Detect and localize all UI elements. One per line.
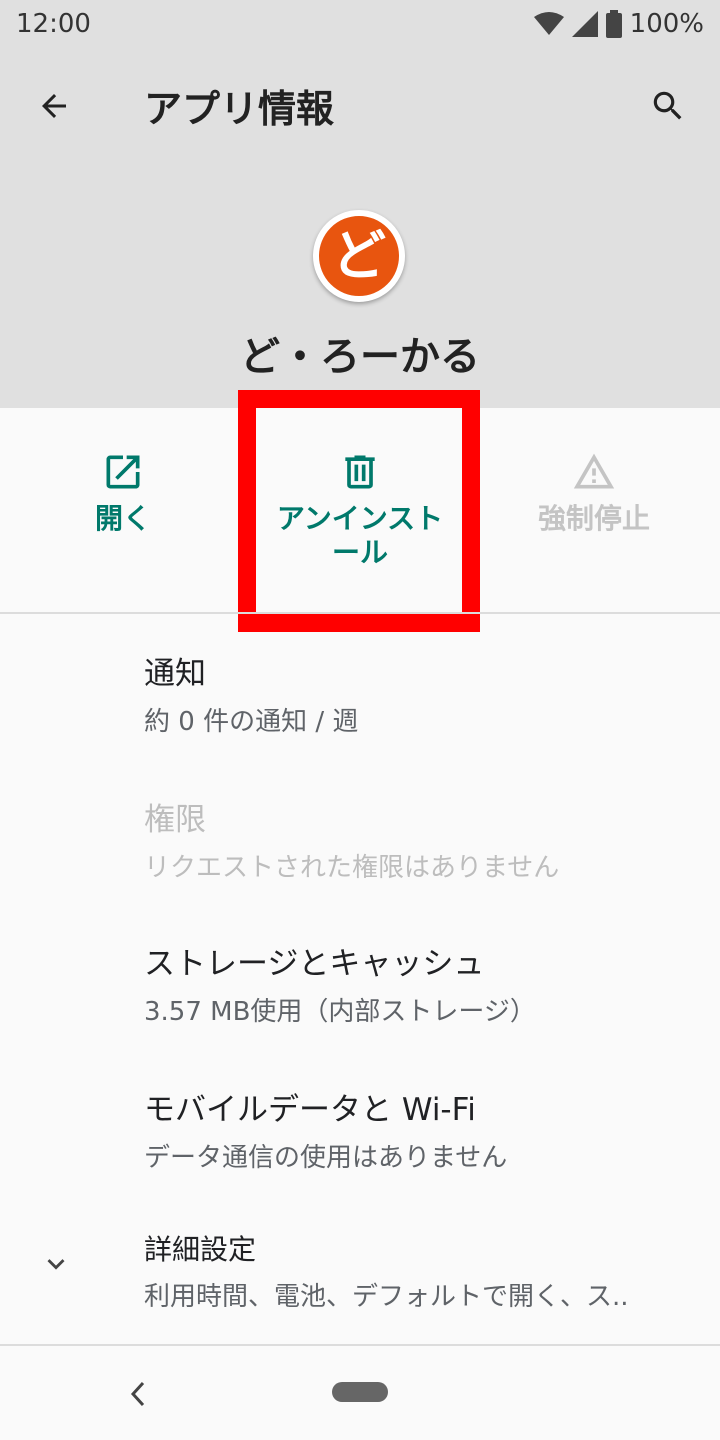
chevron-left-icon bbox=[130, 1381, 145, 1407]
navigation-bar bbox=[0, 1346, 720, 1440]
back-button[interactable] bbox=[22, 74, 86, 138]
mobile-data-summary: データ通信の使用はありません bbox=[144, 1143, 508, 1173]
battery-icon bbox=[605, 10, 622, 38]
wifi-icon bbox=[533, 12, 564, 35]
mobile-data-item[interactable]: モバイルデータと Wi-Fi データ通信の使用はありません bbox=[144, 1084, 704, 1174]
nav-home-pill[interactable] bbox=[332, 1382, 388, 1402]
advanced-summary: 利用時間、電池、デフォルトで開く、ス.. bbox=[144, 1282, 629, 1312]
permissions-summary: リクエストされた権限はありません bbox=[144, 853, 560, 883]
permissions-item[interactable]: 権限 リクエストされた権限はありません bbox=[144, 794, 704, 884]
app-icon: ど bbox=[313, 210, 405, 302]
battery-percent: 100% bbox=[629, 9, 704, 39]
mobile-data-title: モバイルデータと Wi-Fi bbox=[144, 1092, 476, 1128]
open-in-new-icon bbox=[106, 455, 140, 489]
status-bar: 12:00 100% bbox=[0, 0, 720, 48]
app-icon-glyph: ど bbox=[332, 224, 386, 287]
open-label: 開く bbox=[94, 502, 151, 535]
advanced-item[interactable]: 詳細設定 利用時間、電池、デフォルトで開く、ス.. bbox=[144, 1228, 704, 1313]
search-button[interactable] bbox=[636, 74, 700, 138]
warning-icon bbox=[573, 453, 615, 489]
permissions-title: 権限 bbox=[144, 802, 206, 838]
nav-back-button[interactable] bbox=[120, 1374, 156, 1414]
app-info-header: アプリ情報 ど ど・ろーかる bbox=[0, 48, 720, 408]
status-icons: 100% bbox=[533, 9, 704, 39]
divider bbox=[0, 612, 720, 614]
expand-button[interactable] bbox=[36, 1244, 76, 1284]
force-stop-label: 強制停止 bbox=[537, 502, 650, 535]
status-time: 12:00 bbox=[16, 9, 91, 39]
open-button[interactable]: 開く bbox=[3, 408, 243, 612]
storage-title: ストレージとキャッシュ bbox=[144, 946, 485, 982]
toolbar: アプリ情報 bbox=[0, 48, 720, 160]
notifications-summary: 約 0 件の通知 / 週 bbox=[144, 707, 359, 737]
signal-icon bbox=[571, 11, 598, 37]
highlight-box bbox=[238, 390, 480, 632]
app-name: ど・ろーかる bbox=[240, 334, 480, 380]
storage-item[interactable]: ストレージとキャッシュ 3.57 MB使用（内部ストレージ） bbox=[144, 938, 704, 1028]
force-stop-button[interactable]: 強制停止 bbox=[474, 408, 714, 612]
search-icon bbox=[653, 91, 682, 120]
notifications-item[interactable]: 通知 約 0 件の通知 / 週 bbox=[144, 648, 704, 738]
page-title: アプリ情報 bbox=[144, 87, 335, 131]
notifications-title: 通知 bbox=[144, 656, 206, 692]
arrow-back-icon bbox=[42, 94, 66, 118]
storage-summary: 3.57 MB使用（内部ストレージ） bbox=[144, 997, 536, 1027]
chevron-down-icon bbox=[47, 1259, 65, 1270]
advanced-title: 詳細設定 bbox=[144, 1233, 257, 1266]
